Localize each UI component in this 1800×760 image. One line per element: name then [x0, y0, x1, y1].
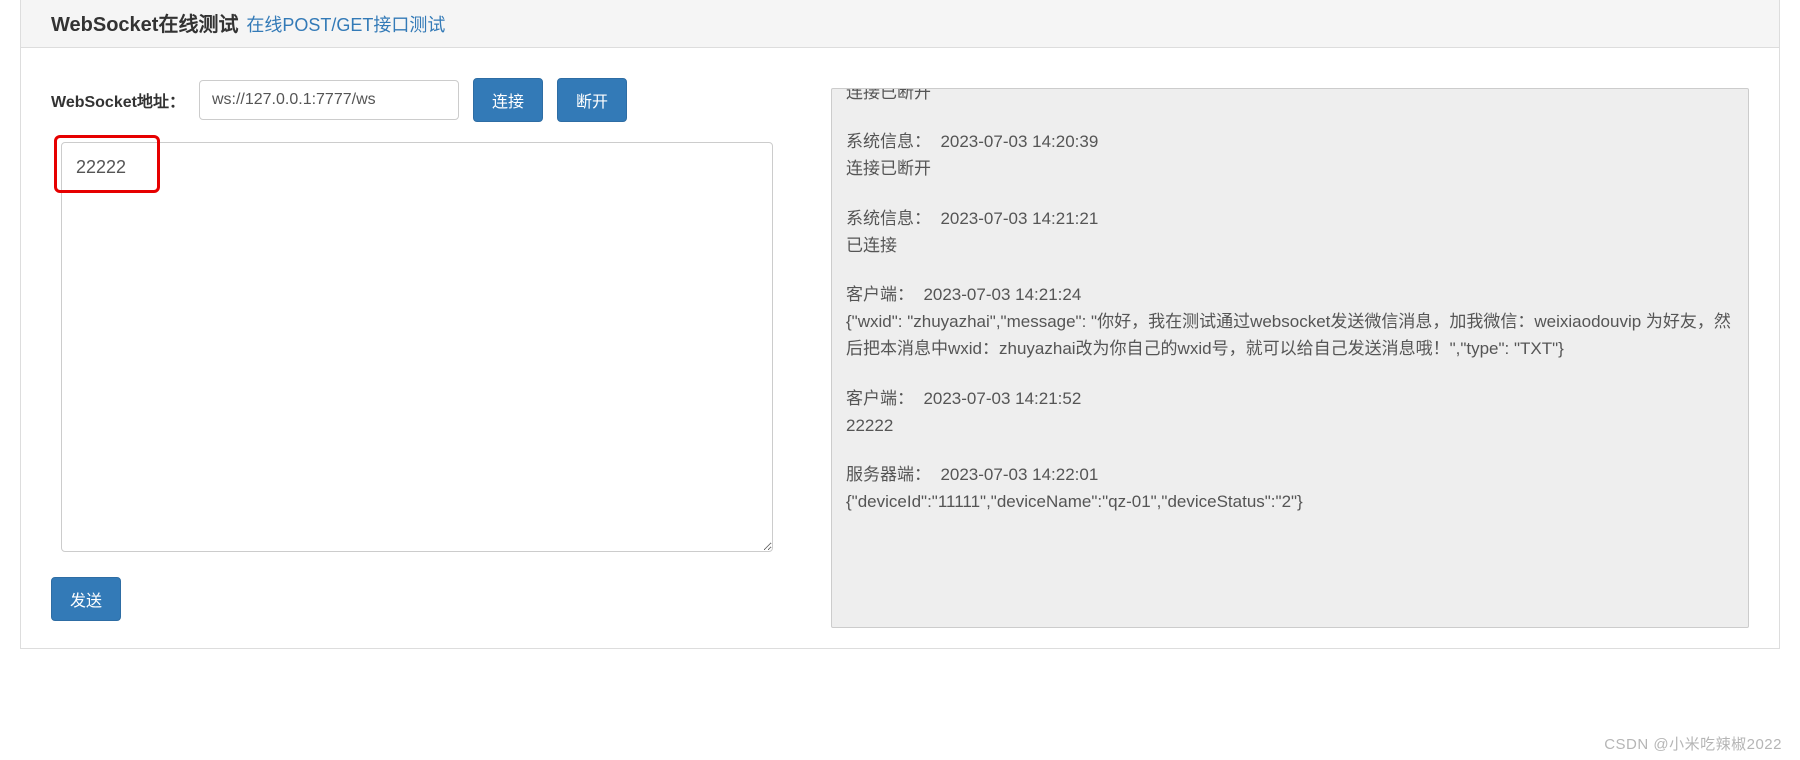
watermark-text: CSDN @小米吃辣椒2022 [1604, 733, 1782, 754]
header-bar: WebSocket在线测试 在线POST/GET接口测试 [21, 0, 1779, 48]
log-entry-header: 服务器端： 2023-07-03 14:22:01 [846, 461, 1734, 488]
connect-button[interactable]: 连接 [473, 78, 543, 122]
right-panel: 连接已断开系统信息： 2023-07-03 14:20:39连接已断开系统信息：… [831, 78, 1749, 628]
log-entry: 客户端： 2023-07-03 14:21:5222222 [846, 385, 1734, 439]
log-entry-header: 系统信息： 2023-07-03 14:21:21 [846, 205, 1734, 232]
left-panel: WebSocket地址： 连接 断开 发送 [51, 78, 791, 628]
log-entry-header: 客户端： 2023-07-03 14:21:52 [846, 385, 1734, 412]
log-entry: 系统信息： 2023-07-03 14:21:21已连接 [846, 205, 1734, 259]
log-entry-body: 连接已断开 [846, 155, 1734, 182]
log-entry-body: {"wxid": "zhuyazhai","message": "你好，我在测试… [846, 308, 1734, 362]
log-entry: 系统信息： 2023-07-03 14:20:39连接已断开 [846, 128, 1734, 182]
post-get-test-link[interactable]: 在线POST/GET接口测试 [246, 15, 445, 35]
ws-url-input[interactable] [199, 80, 459, 120]
log-entry-body: 22222 [846, 412, 1734, 439]
log-entry-header: 系统信息： 2023-07-03 14:20:39 [846, 128, 1734, 155]
disconnect-button[interactable]: 断开 [557, 78, 627, 122]
send-button[interactable]: 发送 [51, 577, 121, 621]
log-entry: 客户端： 2023-07-03 14:21:24{"wxid": "zhuyaz… [846, 281, 1734, 363]
log-entry: 服务器端： 2023-07-03 14:22:01{"deviceId":"11… [846, 461, 1734, 515]
ws-address-row: WebSocket地址： 连接 断开 [51, 78, 791, 122]
page-title: WebSocket在线测试 [51, 14, 238, 36]
ws-address-label: WebSocket地址： [51, 88, 185, 112]
log-output[interactable]: 连接已断开系统信息： 2023-07-03 14:20:39连接已断开系统信息：… [831, 88, 1749, 628]
message-textarea[interactable] [61, 142, 773, 552]
log-entry: 连接已断开 [846, 88, 1734, 106]
content-area: WebSocket地址： 连接 断开 发送 连接已断开系统信息： 2023-07… [21, 48, 1779, 648]
message-area-wrap [61, 142, 791, 555]
log-entry-body: {"deviceId":"11111","deviceName":"qz-01"… [846, 488, 1734, 515]
app-container: WebSocket在线测试 在线POST/GET接口测试 WebSocket地址… [20, 0, 1780, 649]
log-entry-header: 客户端： 2023-07-03 14:21:24 [846, 281, 1734, 308]
log-entry-body: 已连接 [846, 232, 1734, 259]
send-row: 发送 [51, 577, 791, 621]
log-entry-body: 连接已断开 [846, 88, 1734, 106]
